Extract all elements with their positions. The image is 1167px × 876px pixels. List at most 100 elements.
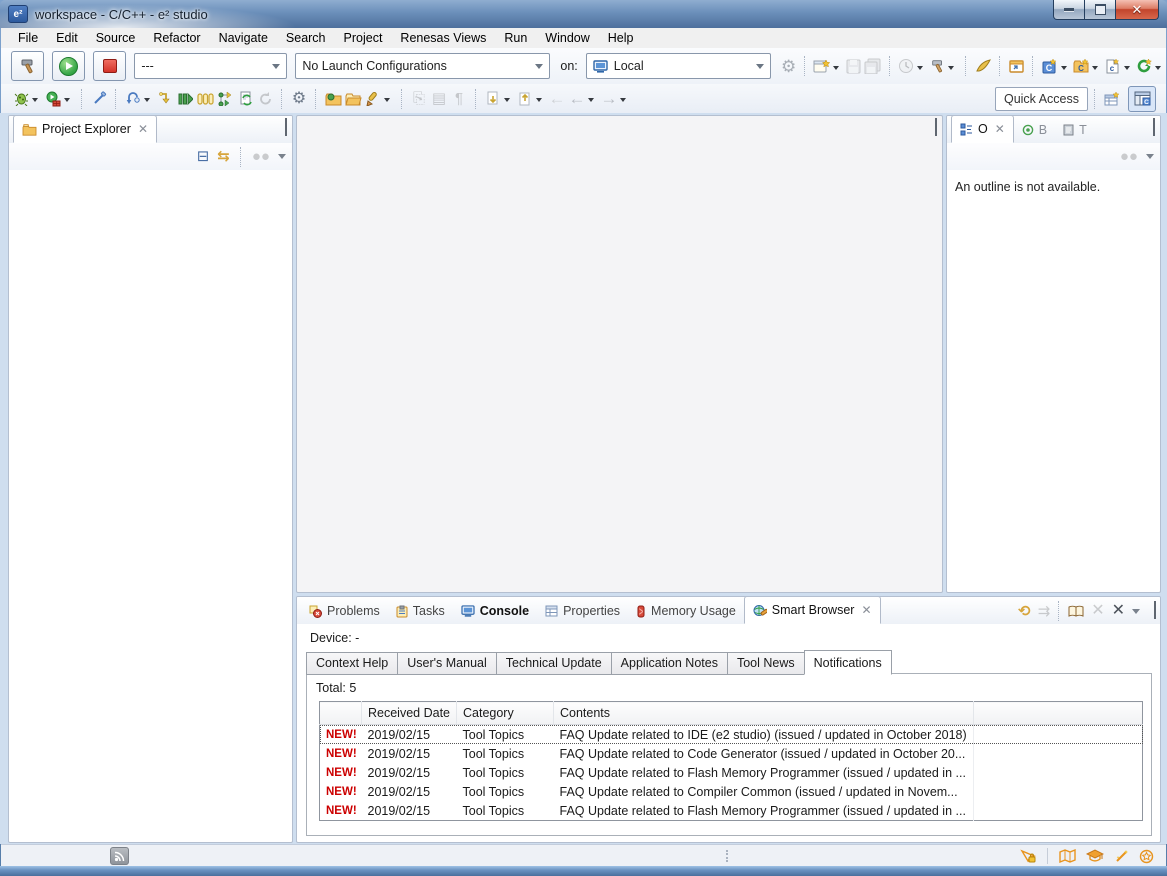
tab-project-explorer[interactable]: Project Explorer ✕ bbox=[13, 115, 157, 143]
build-config-combo[interactable]: --- bbox=[134, 53, 287, 79]
subtab[interactable]: Notifications bbox=[804, 650, 892, 675]
step-into-icon[interactable] bbox=[155, 89, 175, 109]
subtab[interactable]: Technical Update bbox=[496, 652, 612, 675]
table-row[interactable]: NEW! 2019/02/15 Tool Topics FAQ Update r… bbox=[320, 744, 1143, 763]
table-header-row[interactable]: Received Date Category Contents bbox=[320, 702, 1143, 725]
tab-problems[interactable]: Problems bbox=[301, 598, 388, 624]
rss-feed-icon[interactable] bbox=[110, 847, 129, 865]
tab-memory-usage[interactable]: Memory Usage bbox=[628, 598, 744, 624]
memory-columns-icon[interactable] bbox=[195, 89, 215, 109]
doc-outline-icon[interactable]: ▤ bbox=[429, 89, 449, 109]
project-explorer-body[interactable] bbox=[9, 170, 292, 843]
title-bar[interactable]: e² workspace - C/C++ - e² studio ✕ bbox=[0, 0, 1167, 28]
delete-notification-icon[interactable]: ✕ bbox=[1091, 603, 1104, 619]
back-icon[interactable]: ← bbox=[567, 89, 587, 109]
status-sash-handle[interactable] bbox=[726, 850, 730, 862]
menu-item[interactable]: Project bbox=[335, 31, 392, 45]
debug-bug-icon[interactable] bbox=[11, 89, 31, 109]
forward-dropdown[interactable] bbox=[620, 98, 626, 105]
link-doc-icon[interactable]: ⎘ bbox=[409, 89, 429, 109]
refresh-icon[interactable]: ⟲ bbox=[1018, 604, 1031, 619]
panel-maximize-button[interactable] bbox=[1153, 121, 1155, 135]
wand-icon[interactable] bbox=[1114, 849, 1129, 864]
debug-dropdown[interactable] bbox=[32, 98, 38, 105]
table-row[interactable]: NEW! 2019/02/15 Tool Topics FAQ Update r… bbox=[320, 763, 1143, 782]
open-folder-icon[interactable] bbox=[343, 89, 363, 109]
menu-item[interactable]: Window bbox=[536, 31, 598, 45]
paint-wand-icon[interactable] bbox=[363, 89, 383, 109]
new-c-folder-dropdown[interactable] bbox=[1092, 66, 1098, 73]
tab-console[interactable]: Console bbox=[453, 598, 537, 624]
menu-item[interactable]: Run bbox=[495, 31, 536, 45]
header-blank[interactable] bbox=[320, 702, 362, 725]
new-wizard-dropdown[interactable] bbox=[833, 66, 839, 73]
launch-target-combo[interactable]: Local bbox=[586, 53, 771, 79]
open-console-icon[interactable] bbox=[1007, 56, 1026, 76]
close-icon[interactable]: ✕ bbox=[861, 603, 871, 617]
last-edit-location-icon[interactable]: ← bbox=[547, 89, 567, 109]
run-button[interactable] bbox=[52, 51, 85, 81]
build-hammer-icon[interactable] bbox=[928, 56, 947, 76]
close-icon[interactable]: ✕ bbox=[138, 122, 148, 136]
next-annotation-dropdown[interactable] bbox=[504, 98, 510, 105]
tab-t[interactable]: T bbox=[1055, 117, 1095, 143]
code-generator-icon[interactable] bbox=[1135, 56, 1154, 76]
tab-outline[interactable]: O ✕ bbox=[951, 115, 1014, 143]
view-menu-icon[interactable]: ●● bbox=[252, 149, 270, 164]
prev-annotation-dropdown[interactable] bbox=[536, 98, 542, 105]
view-menu-dropdown[interactable] bbox=[1132, 609, 1140, 618]
table-row[interactable]: NEW! 2019/02/15 Tool Topics FAQ Update r… bbox=[320, 801, 1143, 821]
view-menu-dropdown[interactable] bbox=[278, 154, 286, 163]
menu-item[interactable]: Refactor bbox=[144, 31, 209, 45]
save-all-icon[interactable] bbox=[863, 56, 882, 76]
header-blank[interactable] bbox=[974, 702, 1143, 725]
new-c-file-dropdown[interactable] bbox=[1124, 66, 1130, 73]
collapse-all-icon[interactable]: ⊟ bbox=[197, 149, 210, 164]
tab-smart-browser[interactable]: Smart Browser ✕ bbox=[744, 596, 881, 624]
panel-maximize-button[interactable] bbox=[285, 121, 287, 135]
prev-annotation-icon[interactable] bbox=[515, 89, 535, 109]
target-settings-gear-icon[interactable]: ⚙ bbox=[779, 56, 798, 76]
new-c-file-icon[interactable]: c bbox=[1103, 56, 1122, 76]
run-coverage-dropdown[interactable] bbox=[64, 98, 70, 105]
settings-gear-icon[interactable]: ⚙ bbox=[289, 89, 309, 109]
menu-item[interactable]: Renesas Views bbox=[391, 31, 495, 45]
graduation-cap-icon[interactable] bbox=[1086, 849, 1104, 863]
smart-configurator-lock-icon[interactable] bbox=[1020, 849, 1037, 864]
new-c-project-dropdown[interactable] bbox=[1061, 66, 1067, 73]
menu-item[interactable]: Search bbox=[277, 31, 335, 45]
window-minimize-button[interactable] bbox=[1053, 0, 1085, 20]
window-close-button[interactable]: ✕ bbox=[1116, 0, 1159, 20]
refresh-view-icon[interactable] bbox=[235, 89, 255, 109]
open-book-icon[interactable] bbox=[1068, 605, 1084, 618]
window-restore-button[interactable] bbox=[1085, 0, 1116, 20]
view-menu-dropdown[interactable] bbox=[1146, 154, 1154, 163]
next-annotation-icon[interactable] bbox=[483, 89, 503, 109]
open-perspective-icon[interactable] bbox=[1102, 89, 1122, 109]
code-generator-dropdown[interactable] bbox=[1155, 66, 1161, 73]
save-icon[interactable] bbox=[844, 56, 863, 76]
map-icon[interactable] bbox=[1059, 849, 1076, 863]
close-icon[interactable]: ✕ bbox=[995, 122, 1005, 136]
cpp-perspective-button[interactable]: C bbox=[1128, 86, 1156, 112]
run-coverage-icon[interactable] bbox=[43, 89, 63, 109]
step-return-icon[interactable] bbox=[175, 89, 195, 109]
quick-access-button[interactable]: Quick Access bbox=[995, 87, 1088, 111]
pilcrow-icon[interactable]: ¶ bbox=[449, 89, 469, 109]
subtab[interactable]: User's Manual bbox=[397, 652, 497, 675]
launch-config-combo[interactable]: No Launch Configurations bbox=[295, 53, 550, 79]
tab-tasks[interactable]: Tasks bbox=[388, 598, 453, 624]
tab-b[interactable]: B bbox=[1014, 117, 1055, 143]
paint-wand-dropdown[interactable] bbox=[384, 98, 390, 105]
editor-area[interactable] bbox=[296, 115, 943, 593]
menu-item[interactable]: Help bbox=[599, 31, 643, 45]
subtab[interactable]: Tool News bbox=[727, 652, 805, 675]
panel-maximize-button[interactable] bbox=[1154, 604, 1156, 618]
delete-all-notifications-icon[interactable]: ✕ bbox=[1112, 603, 1125, 619]
restart-icon[interactable] bbox=[123, 89, 143, 109]
clock-dropdown[interactable] bbox=[917, 66, 923, 73]
forward-icon[interactable]: → bbox=[599, 89, 619, 109]
build-dropdown[interactable] bbox=[948, 66, 954, 73]
table-row[interactable]: NEW! 2019/02/15 Tool Topics FAQ Update r… bbox=[320, 725, 1143, 745]
menu-item[interactable]: File bbox=[9, 31, 47, 45]
